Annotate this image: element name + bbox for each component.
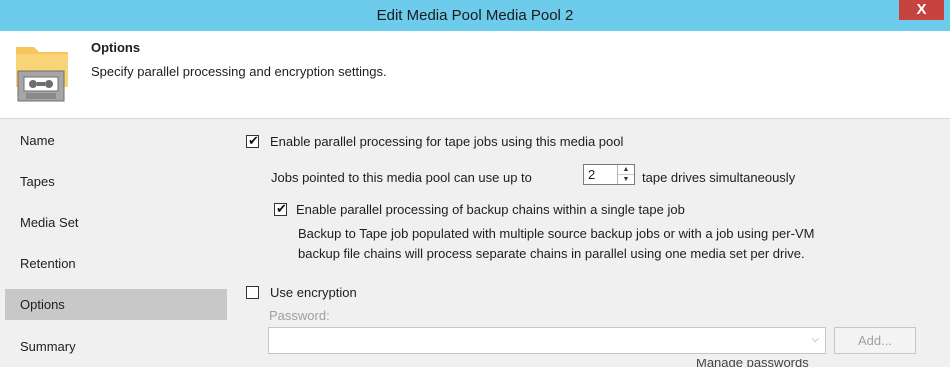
- sidebar-item-summary[interactable]: Summary: [5, 331, 227, 362]
- chevron-down-icon[interactable]: ⌵: [811, 334, 819, 345]
- parallel-chains-checkbox[interactable]: ✔: [274, 201, 287, 216]
- parallel-processing-label: Enable parallel processing for tape jobs…: [270, 134, 624, 149]
- window-title: Edit Media Pool Media Pool 2: [376, 7, 574, 24]
- manage-passwords-label: Manage passwords: [696, 359, 809, 367]
- description-line-1: Backup to Tape job populated with multip…: [298, 226, 815, 241]
- password-label: Password:: [269, 308, 330, 323]
- password-combobox[interactable]: ⌵: [268, 327, 826, 354]
- checkmark-icon: ✔: [276, 201, 287, 216]
- sidebar-item-name[interactable]: Name: [5, 125, 227, 156]
- use-encryption-label: Use encryption: [270, 285, 357, 300]
- add-password-button[interactable]: Add...: [834, 327, 916, 354]
- drives-suffix-label: tape drives simultaneously: [642, 170, 796, 185]
- sidebar-item-retention[interactable]: Retention: [5, 248, 227, 279]
- drives-prefix-label: Jobs pointed to this media pool can use …: [271, 170, 532, 185]
- options-panel: ✔ Enable parallel processing for tape jo…: [231, 119, 950, 367]
- drives-value[interactable]: 2: [588, 167, 595, 182]
- checkmark-icon: ✔: [248, 133, 259, 148]
- wizard-steps-sidebar: Name Tapes Media Set Retention Options S…: [0, 119, 231, 367]
- wizard-header: Options Specify parallel processing and …: [0, 31, 950, 119]
- parallel-processing-checkbox[interactable]: ✔: [246, 133, 259, 148]
- spinner-arrows[interactable]: ▲ ▼: [617, 165, 634, 184]
- step-title: Options: [91, 40, 141, 55]
- parallel-chains-description: Backup to Tape job populated with multip…: [298, 224, 814, 264]
- drives-spinner[interactable]: 2 ▲ ▼: [583, 164, 635, 185]
- use-encryption-checkbox[interactable]: [246, 286, 259, 299]
- spin-up-icon[interactable]: ▲: [618, 165, 634, 175]
- close-button[interactable]: X: [899, 0, 944, 20]
- spin-down-icon[interactable]: ▼: [618, 175, 634, 184]
- parallel-chains-label: Enable parallel processing of backup cha…: [296, 202, 685, 217]
- sidebar-item-tapes[interactable]: Tapes: [5, 166, 227, 197]
- step-subtitle: Specify parallel processing and encrypti…: [91, 64, 387, 79]
- manage-passwords-link[interactable]: Manage passwords: [696, 359, 809, 367]
- tape-folder-icon: [14, 41, 82, 103]
- sidebar-item-options[interactable]: Options: [5, 289, 227, 320]
- description-line-2: backup file chains will process separate…: [298, 246, 805, 261]
- sidebar-item-media-set[interactable]: Media Set: [5, 207, 227, 238]
- title-bar: Edit Media Pool Media Pool 2 X: [0, 0, 950, 31]
